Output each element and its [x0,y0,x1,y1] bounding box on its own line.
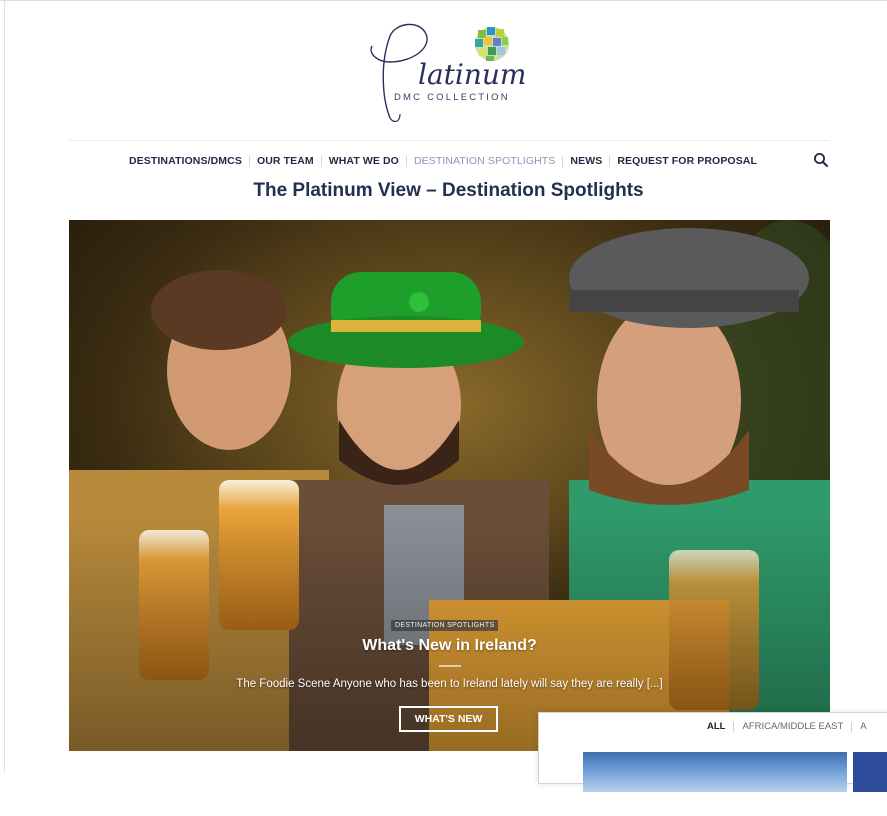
header-divider [69,140,830,141]
globe-icon [475,27,509,61]
hero-excerpt: The Foodie Scene Anyone who has been to … [236,678,663,690]
region-filter-tabs: ALL AFRICA/MIDDLE EAST A [699,721,875,732]
logo-subtitle: DMC COLLECTION [394,92,510,103]
hero-title[interactable]: What's New in Ireland? [69,637,830,655]
region-filter-panel: ALL AFRICA/MIDDLE EAST A [538,712,887,816]
spotlight-thumbnail[interactable] [583,752,847,816]
hero-category-badge[interactable]: DESTINATION SPOTLIGHTS [391,620,499,631]
svg-text:latinum: latinum [418,58,526,91]
filter-next[interactable]: A [852,721,874,732]
whats-new-button[interactable]: WHAT'S NEW [399,706,498,732]
nav-destination-spotlights[interactable]: DESTINATION SPOTLIGHTS [407,155,562,167]
nav-request-for-proposal[interactable]: REQUEST FOR PROPOSAL [610,155,764,167]
page-top-border [0,0,887,1]
search-button[interactable] [813,152,829,168]
filter-africa-middle-east[interactable]: AFRICA/MIDDLE EAST [734,721,851,732]
main-nav: DESTINATIONS/DMCS OUR TEAM WHAT WE DO DE… [0,150,887,172]
nav-news[interactable]: NEWS [563,155,609,167]
cloud-shape [733,802,793,816]
page-title: The Platinum View – Destination Spotligh… [253,180,644,201]
nav-our-team[interactable]: OUR TEAM [250,155,321,167]
site-logo[interactable]: latinum [360,18,530,130]
filter-all[interactable]: ALL [699,721,733,732]
page-left-border [4,0,5,772]
spotlight-thumbnail-2[interactable] [853,752,887,792]
hero-divider [439,665,461,667]
nav-destinations-dmcs[interactable]: DESTINATIONS/DMCS [122,155,249,167]
nav-what-we-do[interactable]: WHAT WE DO [322,155,406,167]
search-icon [814,153,828,167]
platinum-logo-graphic: latinum [370,23,526,123]
hero-banner[interactable]: DESTINATION SPOTLIGHTS What's New in Ire… [69,220,830,751]
hero-gradient-overlay [69,220,830,751]
